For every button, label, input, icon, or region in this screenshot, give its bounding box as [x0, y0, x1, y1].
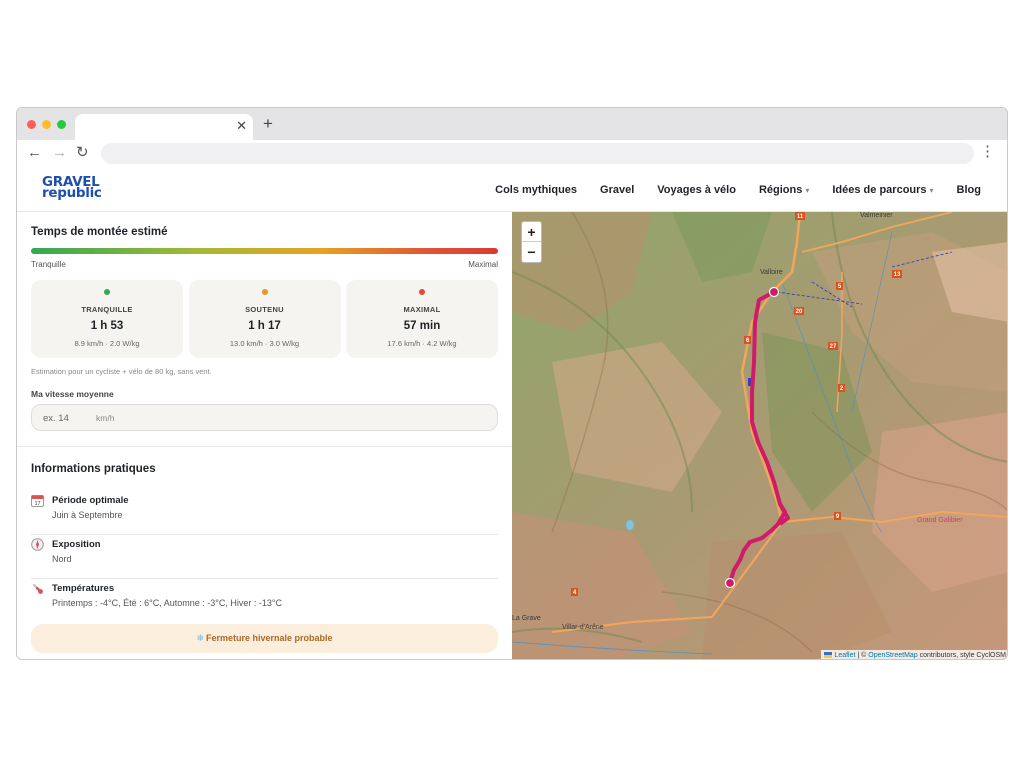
winter-closure-text: Fermeture hivernale probable [206, 633, 333, 643]
status-dot [104, 289, 110, 295]
nav-voyages-a-velo[interactable]: Voyages à vélo [657, 184, 736, 196]
place-label-la-grave: La Grave [512, 615, 541, 622]
address-bar[interactable] [101, 143, 974, 164]
route-map[interactable]: 11 13 6 20 5 27 2 9 4 Valloire Valmeinie… [512, 212, 1007, 659]
zoom-in-button[interactable]: + [522, 222, 541, 242]
logo-line-2: republic [42, 185, 102, 201]
snowflake-icon: ❄ [196, 633, 204, 643]
nav-blog[interactable]: Blog [957, 184, 981, 196]
close-window-button[interactable] [27, 120, 36, 129]
climb-time-title: Temps de montée estimé [31, 226, 168, 238]
svg-text:11: 11 [797, 214, 804, 220]
effort-card-maximal: MAXIMAL 57 min 17.6 km/h · 4.2 W/kg [346, 280, 498, 358]
osm-link[interactable]: OpenStreetMap [868, 652, 917, 659]
info-title: Informations pratiques [31, 463, 156, 475]
scale-left-label: Tranquille [31, 260, 66, 269]
forward-icon[interactable]: → [52, 144, 67, 162]
card-detail: 8.9 km/h · 2.0 W/kg [74, 339, 140, 348]
scale-right-label: Maximal [468, 260, 498, 269]
chevron-down-icon: ▾ [929, 185, 934, 195]
speed-unit: km/h [96, 413, 115, 423]
nav-regions[interactable]: Régions ▾ [759, 184, 809, 196]
site-header: GRAVEL republic Cols mythiques Gravel Vo… [17, 167, 1007, 212]
map-tiles: 11 13 6 20 5 27 2 9 4 [512, 212, 1007, 659]
close-tab-icon[interactable]: ✕ [236, 119, 247, 133]
info-row-period: 17 Période optimale Juin à Septembre [31, 492, 498, 535]
place-label-grand-galibier: Grand Galibier [917, 517, 963, 524]
minimize-window-button[interactable] [42, 120, 51, 129]
nav-gravel[interactable]: Gravel [600, 184, 634, 196]
svg-text:27: 27 [830, 344, 837, 350]
card-detail: 17.6 km/h · 4.2 W/kg [387, 339, 457, 348]
main-nav: Cols mythiques Gravel Voyages à vélo Rég… [472, 167, 981, 212]
status-dot [419, 289, 425, 295]
chevron-down-icon: ▾ [805, 185, 810, 195]
effort-cards: TRANQUILLE 1 h 53 8.9 km/h · 2.0 W/kg SO… [31, 280, 498, 358]
info-row-title: Période optimale [52, 495, 129, 506]
speed-placeholder: ex. 14 [43, 413, 69, 424]
calendar-icon: 17 [31, 495, 44, 507]
zoom-control: + − [521, 221, 542, 263]
info-row-title: Exposition [52, 539, 101, 550]
speed-label: Ma vitesse moyenne [31, 389, 114, 399]
zoom-out-button[interactable]: − [522, 242, 541, 262]
card-label: TRANQUILLE [81, 305, 133, 314]
route-start-marker[interactable] [768, 286, 780, 298]
svg-text:13: 13 [894, 272, 901, 278]
attribution-separator: | © [855, 652, 869, 659]
maximize-window-button[interactable] [57, 120, 66, 129]
info-row-value: Nord [52, 554, 72, 564]
card-time: 1 h 53 [90, 320, 124, 332]
nav-cols-mythiques[interactable]: Cols mythiques [495, 184, 577, 196]
status-dot [261, 289, 268, 295]
reload-icon[interactable]: ↻ [76, 144, 89, 162]
place-label-villar-darene: Villar-d'Arêne [562, 624, 604, 631]
logo[interactable]: GRAVEL republic [42, 175, 112, 201]
speed-input[interactable]: ex. 14 km/h [31, 404, 498, 431]
effort-gradient-bar [31, 248, 498, 254]
svg-text:17: 17 [34, 501, 40, 507]
attribution-text: contributors, style CyclOSM [917, 652, 1006, 659]
svg-text:20: 20 [796, 309, 803, 315]
leaflet-link[interactable]: Leaflet [834, 652, 855, 659]
browser-window: ✕ + ← → ↻ ⋮ GRAVEL republic Cols mythiqu… [16, 107, 1008, 660]
new-tab-icon[interactable]: + [263, 115, 273, 133]
effort-card-tranquille: TRANQUILLE 1 h 53 8.9 km/h · 2.0 W/kg [31, 280, 183, 358]
back-icon[interactable]: ← [27, 144, 42, 162]
info-row-value: Printemps : -4°C, Été : 6°C, Automne : -… [52, 598, 282, 608]
card-detail: 13.0 km/h · 3.0 W/kg [229, 339, 300, 348]
info-row-value: Juin à Septembre [52, 510, 123, 520]
map-attribution: Leaflet | © OpenStreetMap contributors, … [821, 650, 1007, 659]
card-label: SOUTENU [245, 305, 284, 314]
info-row-title: Températures [52, 583, 115, 594]
estimation-note: Estimation pour un cycliste + vélo de 80… [31, 367, 212, 376]
info-row-temperatures: Températures Printemps : -4°C, Été : 6°C… [31, 580, 498, 623]
effort-card-soutenu: SOUTENU 1 h 17 13.0 km/h · 3.0 W/kg [188, 280, 341, 358]
winter-closure-badge: ❄ Fermeture hivernale probable [31, 624, 498, 653]
ukraine-flag-icon [824, 652, 833, 658]
tab-bar: ✕ + [17, 108, 1007, 140]
card-time: 57 min [403, 320, 441, 332]
browser-toolbar: ← → ↻ ⋮ [17, 140, 1007, 167]
section-divider [17, 446, 512, 447]
place-label-valloire: Valloire [760, 269, 783, 276]
place-label-valmeinier: Valmeinier [860, 212, 893, 219]
route-end-marker[interactable] [724, 577, 736, 589]
browser-menu-icon[interactable]: ⋮ [980, 143, 995, 161]
card-label: MAXIMAL [403, 305, 441, 314]
card-time: 1 h 17 [248, 320, 281, 332]
nav-idees-de-parcours[interactable]: Idées de parcours ▾ [832, 184, 933, 196]
info-row-exposition: Exposition Nord [31, 536, 498, 579]
thermometer-icon [32, 583, 43, 594]
compass-icon [31, 538, 44, 551]
climb-details-panel: Temps de montée estimé Tranquille Maxima… [17, 212, 512, 659]
browser-tab[interactable]: ✕ [75, 114, 253, 140]
